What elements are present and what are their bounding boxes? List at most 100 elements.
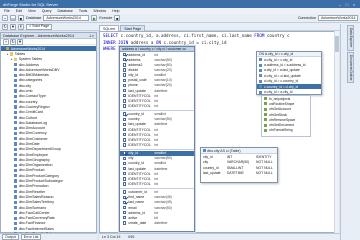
query-builder-table: address a / country c / city ci / custom… — [119, 46, 195, 232]
window-title: dbForge Studio for SQL Server — [3, 1, 58, 7]
close-icon[interactable]: × — [351, 2, 357, 7]
field-checkbox[interactable] — [123, 182, 127, 186]
field-checkbox[interactable] — [123, 171, 127, 176]
tree-item-label: dbo.DimProductSubcategor — [18, 179, 63, 184]
menu-file[interactable]: File — [4, 9, 10, 13]
tab-data-explorer[interactable]: Data Explorer — [347, 25, 354, 51]
menu-database[interactable]: Database — [58, 9, 73, 13]
field-checkbox[interactable] — [123, 210, 127, 215]
field-checkbox[interactable] — [123, 83, 127, 88]
field-checkbox[interactable] — [123, 132, 127, 137]
field-checkbox[interactable] — [123, 68, 127, 72]
tree-item-label: dbo.categories — [18, 78, 43, 83]
field-checkbox[interactable] — [123, 52, 127, 57]
field-checkbox[interactable] — [123, 88, 127, 93]
field-checkbox[interactable] — [123, 195, 127, 199]
start-page-button[interactable]: ⌂ Start Page — [26, 23, 53, 30]
field-checkbox[interactable] — [123, 99, 127, 103]
field-checkbox[interactable] — [123, 117, 127, 121]
field-checkbox[interactable] — [123, 177, 127, 181]
tooltip-cell-nullability: NOT NULL — [256, 171, 273, 176]
tree-item-label: dbo.DimDate — [18, 141, 40, 146]
field-checkbox[interactable] — [123, 112, 127, 116]
field-checkbox[interactable] — [123, 138, 127, 142]
execute-button[interactable]: Execute — [99, 16, 112, 20]
suggestion-item[interactable]: ufnFormatString — [262, 128, 310, 133]
menu-edit[interactable]: Edit — [16, 9, 22, 13]
field-type: int — [154, 181, 158, 186]
field-checkbox[interactable] — [123, 190, 127, 194]
field-checkbox[interactable] — [123, 73, 127, 77]
connection-select[interactable]: AdventureWorks2014 — [318, 15, 358, 21]
output-tab[interactable]: Output — [2, 234, 19, 240]
table-icon — [14, 179, 18, 183]
table-icon — [14, 105, 18, 109]
folder-icon — [10, 52, 14, 56]
new-connection-icon[interactable]: + — [3, 38, 9, 45]
field-checkbox[interactable] — [123, 200, 127, 205]
field-name: IDENTITYCOL — [128, 171, 151, 176]
field-name: country — [128, 117, 140, 122]
field-checkbox[interactable] — [123, 151, 127, 155]
field-row[interactable]: IDENTITYCOL int — [120, 103, 194, 108]
field-checkbox[interactable] — [123, 94, 127, 98]
field-type: int — [154, 190, 158, 195]
document-tabs: SQLent Start Page — [99, 24, 339, 31]
filter-tree-icon[interactable]: ▼ — [17, 38, 23, 45]
field-row[interactable]: IDENTITYCOL int — [120, 142, 194, 147]
tab-document-outline[interactable]: Document Outline — [347, 51, 354, 84]
refresh-icon[interactable]: ↻ — [2, 23, 8, 30]
close-panel-icon[interactable]: × — [92, 34, 94, 38]
autocomplete-list: ci.city_id = c.city_id a.address_id = a.a… — [257, 57, 321, 95]
save-icon[interactable]: ■ — [18, 15, 24, 21]
stop-icon[interactable]: ■ — [114, 15, 121, 21]
tree-item-label: dbo.DimReseller — [18, 189, 46, 194]
field-checkbox[interactable] — [123, 216, 127, 220]
minimize-icon[interactable]: – — [337, 2, 343, 7]
new-query-icon[interactable]: + — [2, 15, 8, 21]
filter-icon[interactable]: ▼ — [10, 23, 16, 30]
field-checkbox[interactable] — [123, 127, 127, 132]
field-row[interactable]: IDENTITYCOL int — [120, 181, 194, 186]
field-row[interactable]: create_date datetime — [120, 220, 194, 225]
field-type: varchar(50) — [154, 117, 172, 122]
execute-icon[interactable]: ▶ — [91, 15, 98, 21]
field-checkbox[interactable] — [123, 63, 127, 67]
object-tree: ▸ AdventureWorks2014 ▸ Tables ▸ System Tables… — [1, 45, 96, 240]
field-checkbox[interactable] — [123, 143, 127, 147]
format-icon[interactable]: ¶ — [18, 23, 24, 30]
table-icon — [14, 121, 18, 125]
field-type: int — [154, 132, 158, 137]
tree-item-label: System Tables — [18, 57, 42, 62]
suggestion-label: uniRoutineShape — [269, 101, 295, 106]
scrollbar-thumb[interactable] — [334, 36, 339, 52]
field-checkbox[interactable] — [123, 156, 127, 160]
group-separator — [120, 148, 194, 150]
field-checkbox[interactable] — [123, 78, 127, 82]
field-checkbox[interactable] — [123, 122, 127, 127]
table-info-tooltip: dbo.city AS ci (Table) city_id INT IDENTIT… — [200, 147, 278, 183]
refresh-tree-icon[interactable]: ↻ — [10, 38, 16, 45]
table-icon — [14, 152, 18, 157]
maximize-icon[interactable]: □ — [344, 2, 350, 7]
field-checkbox[interactable] — [123, 58, 127, 62]
menu-view[interactable]: View — [28, 9, 36, 13]
database-select[interactable]: AdventureWorks2014 — [43, 15, 90, 21]
autocomplete-item[interactable]: ci.city_id = a.city_id — [257, 89, 321, 94]
menu-window[interactable]: Window — [93, 9, 106, 13]
menu-tools[interactable]: Tools — [79, 9, 87, 13]
error-list-tab[interactable]: Error List — [20, 234, 42, 240]
sql-line[interactable]: SELECT c.country_id, a.address, ci.first… — [103, 33, 337, 40]
field-checkbox[interactable] — [123, 221, 127, 225]
editor-scrollbar[interactable] — [334, 31, 339, 233]
tree-item-label: dbo.DimPromotion — [18, 184, 49, 189]
field-checkbox[interactable] — [123, 104, 127, 108]
menu-query[interactable]: Query — [42, 9, 52, 13]
tree-item-label: AdventureWorks2014 — [10, 46, 46, 51]
menu-help[interactable]: Help — [112, 9, 119, 13]
field-checkbox[interactable] — [123, 205, 127, 210]
open-icon[interactable]: ▭ — [10, 15, 16, 21]
field-checkbox[interactable] — [123, 161, 127, 166]
field-checkbox[interactable] — [123, 166, 127, 171]
field-type: varchar(50) — [154, 62, 172, 67]
